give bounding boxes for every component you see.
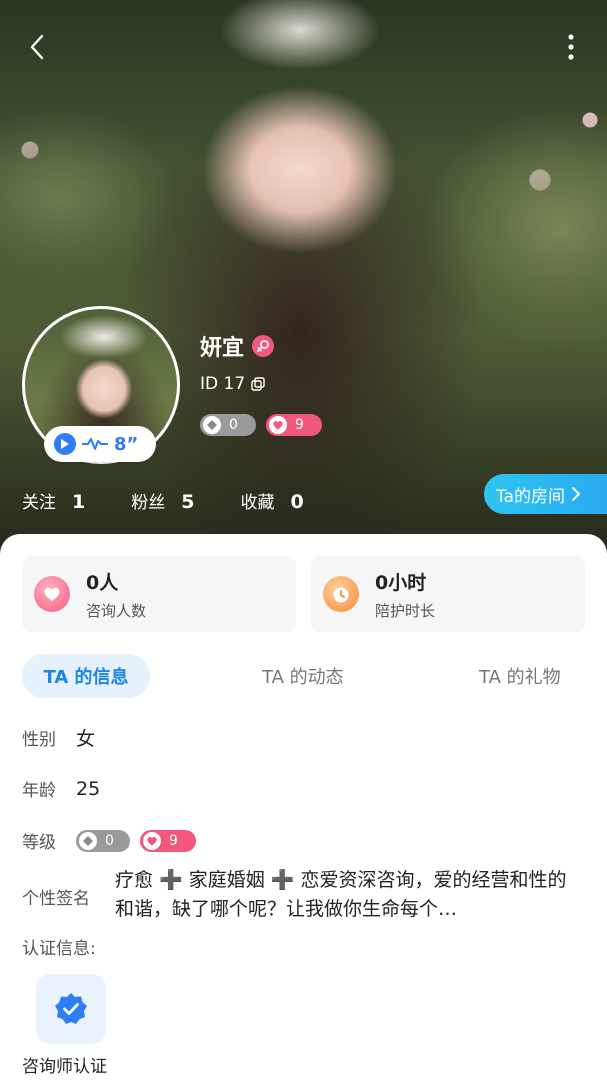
heart-chat-icon: [34, 576, 70, 612]
wealth-level-value: 0: [105, 832, 114, 849]
chevron-right-icon: [572, 487, 580, 501]
charm-level-value: 9: [169, 832, 178, 849]
stat-value: 5: [181, 491, 195, 513]
companion-hours-card: 0小时 陪护时长: [311, 556, 585, 632]
wealth-level-badge: 0: [76, 829, 130, 852]
consult-count-label: 咨询人数: [86, 602, 147, 620]
age-value: 25: [76, 777, 101, 800]
stat-following[interactable]: 关注 1: [22, 488, 85, 513]
stat-label: 关注: [22, 493, 56, 513]
charm-level-badge: 9: [140, 829, 196, 852]
ta-room-button[interactable]: Ta的房间: [484, 474, 607, 514]
follow-stats: 关注 1 粉丝 5 收藏 0: [22, 488, 350, 513]
more-button[interactable]: [561, 30, 581, 64]
user-id: ID 17: [200, 374, 265, 394]
gender-label: 性别: [22, 730, 56, 750]
companion-hours-value: 0小时: [375, 572, 427, 594]
heart-icon: [269, 416, 287, 434]
charm-level-value: 9: [295, 417, 304, 433]
ta-room-label: Ta的房间: [496, 486, 565, 507]
stat-label: 粉丝: [131, 493, 166, 513]
play-icon: [54, 433, 76, 455]
more-vertical-icon: [568, 34, 574, 60]
stat-value: 0: [290, 491, 304, 513]
back-arrow-icon: [30, 34, 44, 60]
back-button[interactable]: [22, 30, 52, 64]
female-icon: [252, 335, 275, 357]
profile-tabs: TA 的信息 TA 的动态 TA 的礼物: [22, 654, 585, 700]
profile-name: 妍宜: [200, 336, 245, 361]
consult-count-card: 0人 咨询人数: [22, 556, 296, 632]
voice-intro-button[interactable]: 8”: [44, 426, 156, 462]
certified-badge-icon: [55, 993, 87, 1024]
wealth-level-value: 0: [229, 417, 238, 433]
diamond-icon: [79, 831, 97, 850]
charm-level-badge: 9: [266, 414, 322, 436]
tab-moments[interactable]: TA 的动态: [262, 654, 344, 698]
counselor-cert-label: 咨询师认证: [22, 1057, 107, 1077]
wealth-level-badge: 0: [200, 414, 256, 436]
info-level: 等级 0 9: [22, 828, 196, 853]
gender-value: 女: [76, 728, 96, 750]
user-id-text: ID 17: [200, 374, 246, 394]
stat-value: 1: [72, 491, 86, 513]
heart-icon: [143, 831, 161, 850]
counselor-cert-badge[interactable]: [36, 974, 106, 1044]
tab-gifts[interactable]: TA 的礼物: [479, 654, 561, 698]
copy-icon[interactable]: [251, 377, 265, 391]
consult-count-value: 0人: [86, 572, 119, 594]
profile-detail-card: 0人 咨询人数 0小时 陪护时长 TA 的信息 TA 的动态 TA 的礼物 性别…: [0, 534, 607, 1080]
stat-fans[interactable]: 粉丝 5: [131, 488, 194, 513]
waveform-icon: [82, 438, 108, 450]
info-age: 年龄 25: [22, 776, 101, 802]
companion-hours-label: 陪护时长: [375, 602, 436, 620]
stat-label: 收藏: [240, 493, 275, 513]
level-label: 等级: [22, 833, 56, 853]
tab-info[interactable]: TA 的信息: [22, 654, 150, 698]
diamond-icon: [203, 416, 221, 434]
voice-duration: 8”: [114, 433, 139, 455]
info-gender: 性别 女: [22, 724, 95, 751]
alarm-clock-icon: [323, 576, 359, 612]
certification-title: 认证信息:: [22, 939, 96, 959]
stat-favorites[interactable]: 收藏 0: [240, 488, 303, 513]
signature-label: 个性签名: [22, 889, 90, 909]
signature-text: 疗愈 ➕ 家庭婚姻 ➕ 恋爱资深咨询，爱的经营和性的和谐，缺了哪个呢？让我做你生…: [115, 869, 567, 920]
age-label: 年龄: [22, 781, 56, 801]
